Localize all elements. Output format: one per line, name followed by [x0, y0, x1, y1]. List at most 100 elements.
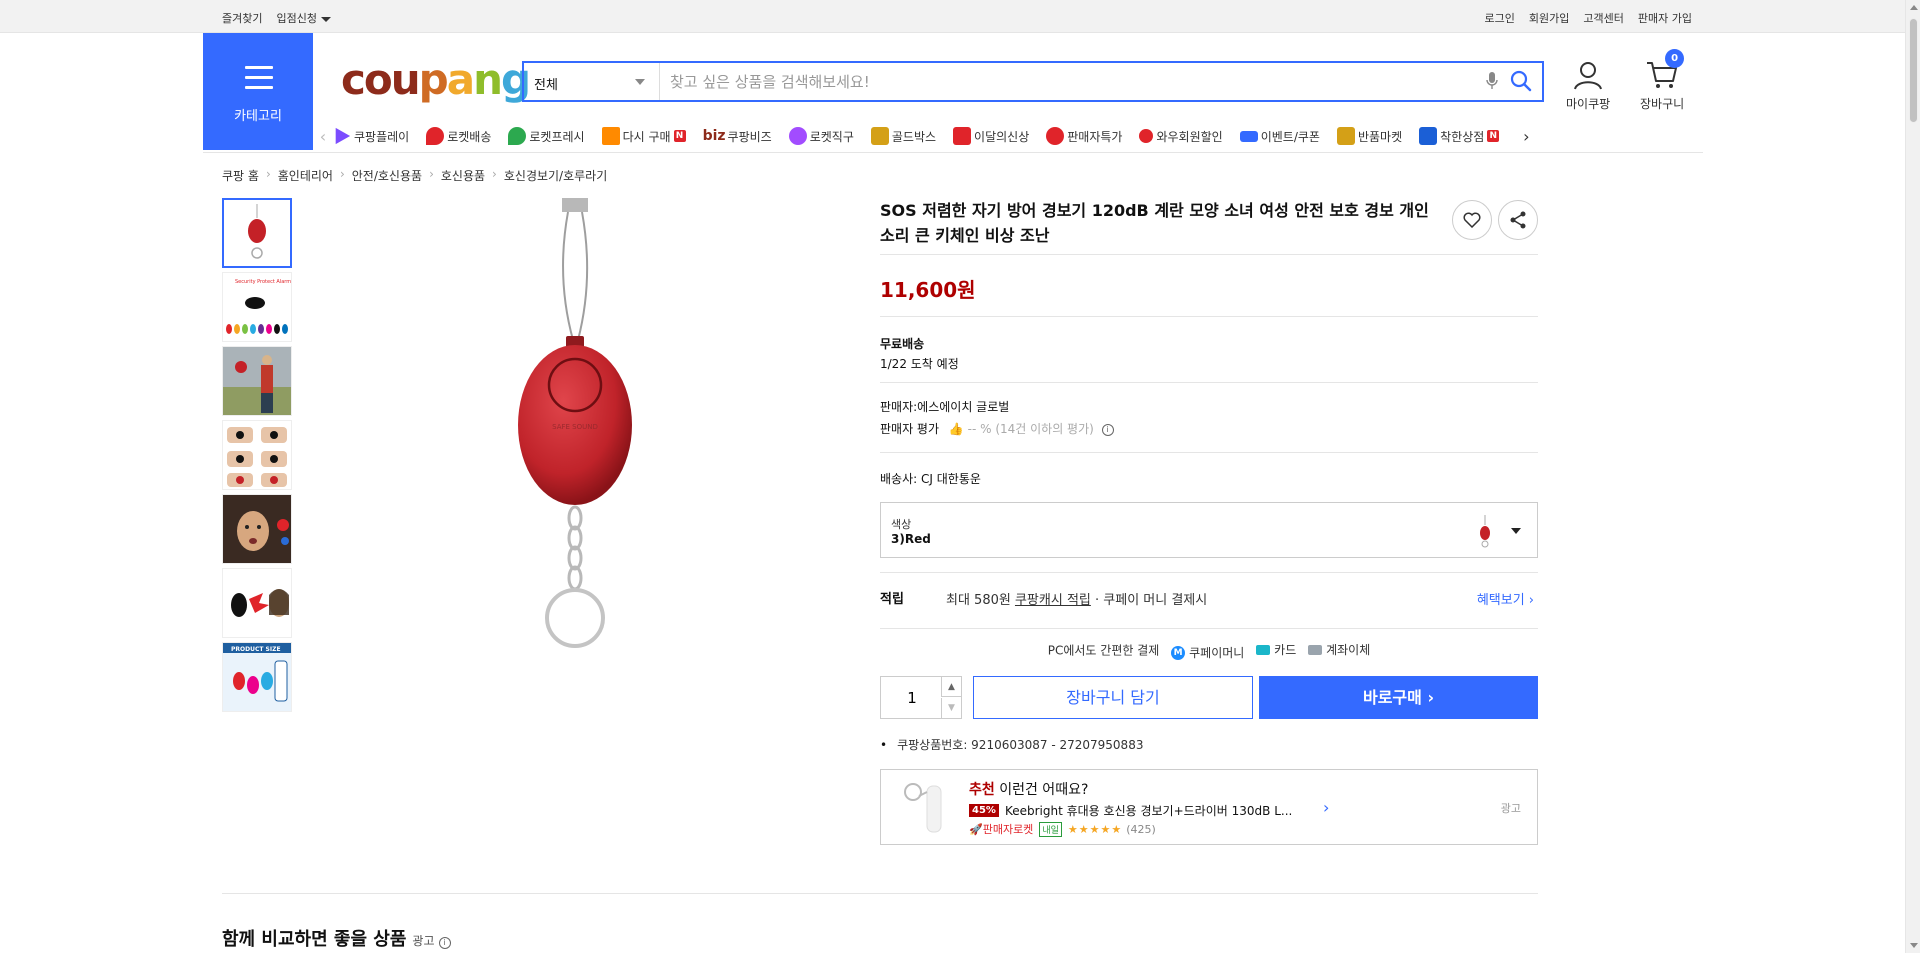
- thumbs-up-icon: 👍: [948, 422, 964, 436]
- seller-rating-label: 판매자 평가: [880, 422, 940, 436]
- microphone-icon[interactable]: [1486, 71, 1498, 95]
- nav-item-return-market[interactable]: 반품마켓: [1336, 127, 1403, 145]
- quantity-input[interactable]: [881, 677, 943, 718]
- tomorrow-badge: 내일: [1039, 821, 1062, 837]
- ad-label: 광고: [1500, 802, 1521, 815]
- info-icon[interactable]: i: [1101, 423, 1114, 436]
- thumbnail-person-outdoor[interactable]: [222, 346, 292, 416]
- breadcrumb-home[interactable]: 쿠팡 홈: [222, 167, 259, 184]
- scrollbar-thumb[interactable]: [1909, 18, 1918, 123]
- share-icon: [1510, 211, 1526, 229]
- recommended-product-image: [904, 783, 942, 833]
- nav-item-label: 이벤트/쿠폰: [1260, 129, 1320, 144]
- rocket-fresh-icon: [508, 127, 527, 145]
- buy-row: ▲ ▼ 장바구니 담기 바로구매 ›: [880, 676, 1538, 719]
- shopping-bag-icon: [953, 127, 972, 145]
- search-input[interactable]: [670, 69, 1460, 94]
- nav-item-seller-deal[interactable]: 판매자특가: [1046, 127, 1122, 145]
- card-method: 카드: [1256, 641, 1296, 658]
- nav-item-rocket-global[interactable]: 로켓직구: [788, 127, 854, 145]
- nav-item-rebuy[interactable]: 다시 구매 N: [601, 127, 686, 145]
- search-scope-select[interactable]: 전체: [524, 63, 660, 100]
- quantity-decrease-button[interactable]: ▼: [941, 698, 961, 718]
- coupay-icon: M: [1171, 645, 1186, 660]
- scroll-down-icon[interactable]: [1910, 943, 1918, 948]
- nav-item-biz[interactable]: biz 쿠팡비즈: [703, 128, 772, 145]
- recommend-title: 이런건 어때요?: [999, 782, 1089, 798]
- customer-center-link[interactable]: 고객센터: [1583, 10, 1623, 26]
- info-icon[interactable]: i: [438, 937, 451, 949]
- coupang-logo[interactable]: coupang: [341, 55, 531, 104]
- thumbnail-usage-steps[interactable]: [222, 420, 292, 490]
- thumbnail-product-size[interactable]: PRODUCT SIZE: [222, 642, 292, 712]
- shipping-label: 무료배송: [880, 337, 925, 351]
- recommended-product-meta: 🚀판매자로켓 내일 ★★★★★ (425): [969, 821, 1156, 837]
- category-button[interactable]: 카테고리: [203, 33, 313, 150]
- breadcrumb-alarm[interactable]: 호신경보기/호루라기: [504, 167, 607, 184]
- thumbnail-list: Security Protect Alarm PRODUCT SIZE: [222, 198, 294, 716]
- nav-item-new-arrivals[interactable]: 이달의신상: [953, 127, 1029, 145]
- search-icon[interactable]: [1510, 70, 1532, 96]
- quantity-stepper: ▲ ▼: [880, 676, 962, 719]
- nav-item-rocket[interactable]: 로켓배송: [426, 127, 491, 145]
- seller-rating-value: -- % (14건 이하의 평가): [967, 422, 1094, 436]
- breadcrumb-safety[interactable]: 안전/호신용품: [352, 167, 422, 184]
- recommended-product-name: Keebright 휴대용 호신용 경보기+드라이버 130dB L...: [1004, 804, 1293, 818]
- basket-icon: [601, 127, 620, 145]
- cart-label: 장바구니: [1640, 97, 1685, 111]
- benefits-link[interactable]: 혜택보기 ›: [1477, 589, 1534, 608]
- seller-apply-link[interactable]: 입점신청: [276, 10, 331, 26]
- store-icon: [1419, 127, 1438, 145]
- coupang-cash-link[interactable]: 쿠팡캐시 적립: [1015, 593, 1091, 608]
- product-number: 쿠팡상품번호: 9210603087 - 27207950883: [880, 736, 1143, 753]
- arrival-date: 1/22 도착 예정: [880, 357, 959, 371]
- bookmark-link[interactable]: 즐겨찾기: [222, 10, 262, 26]
- nav-item-coupangplay[interactable]: 쿠팡플레이: [333, 127, 409, 145]
- top-utility-bar: 즐겨찾기 입점신청 로그인 회원가입 고객센터 판매자 가입: [0, 0, 1905, 33]
- breadcrumb-interior[interactable]: 홈인테리어: [278, 167, 333, 184]
- seller-name[interactable]: 판매자:에스에이치 글로벌: [880, 396, 1114, 418]
- cart-count-badge: 0: [1665, 49, 1685, 68]
- search-scope-value: 전체: [534, 78, 558, 93]
- scroll-up-icon[interactable]: [1910, 5, 1918, 10]
- nav-item-label: 이달의신상: [974, 129, 1030, 144]
- bank-icon: [1308, 644, 1323, 655]
- divider: [880, 572, 1538, 573]
- cart-button[interactable]: 0 장바구니: [1640, 49, 1685, 112]
- divider: [880, 628, 1538, 629]
- buy-now-button[interactable]: 바로구매 ›: [1259, 676, 1538, 719]
- wishlist-button[interactable]: [1452, 200, 1492, 240]
- seller-signup-link[interactable]: 판매자 가입: [1638, 10, 1692, 26]
- thumbnail-scared-face[interactable]: [222, 494, 292, 564]
- new-badge: N: [1487, 130, 1500, 142]
- nav-item-wow-discount[interactable]: 와우회원할인: [1139, 128, 1223, 145]
- thumbnail-red-alarm[interactable]: [222, 198, 292, 268]
- nav-item-good-store[interactable]: 착한상점 N: [1419, 127, 1500, 145]
- nav-item-goldbox[interactable]: 골드박스: [870, 127, 936, 145]
- quantity-increase-button[interactable]: ▲: [941, 677, 961, 697]
- add-to-cart-button[interactable]: 장바구니 담기: [973, 676, 1253, 719]
- thumbnail-color-variants[interactable]: Security Protect Alarm: [222, 272, 292, 342]
- recommendation-card[interactable]: 추천 이런건 어때요? 45% Keebright 휴대용 호신용 경보기+드라이…: [880, 769, 1538, 845]
- main-product-image[interactable]: SAFE SOUND: [460, 198, 870, 658]
- color-option-select[interactable]: 색상 3)Red: [880, 502, 1538, 558]
- chevron-right-icon[interactable]: ›: [1323, 798, 1329, 817]
- breadcrumb: 쿠팡 홈 › 홈인테리어 › 안전/호신용품 › 호신용품 › 호신경보기/호루라기: [222, 167, 607, 184]
- nav-item-events[interactable]: 이벤트/쿠폰: [1239, 128, 1320, 145]
- star-rating: ★★★★★: [1067, 822, 1123, 836]
- vertical-scrollbar[interactable]: [1905, 0, 1920, 953]
- mycoupang-button[interactable]: 마이쿠팡: [1566, 60, 1610, 112]
- share-button[interactable]: [1498, 200, 1538, 240]
- nav-prev-icon[interactable]: ‹: [313, 127, 333, 146]
- play-icon: [335, 127, 351, 145]
- signup-link[interactable]: 회원가입: [1529, 10, 1569, 26]
- title-actions: [1452, 200, 1538, 240]
- thumbnail-woman-alarm[interactable]: [222, 568, 292, 638]
- login-link[interactable]: 로그인: [1485, 10, 1515, 26]
- nav-item-rocketfresh[interactable]: 로켓프레시: [508, 127, 585, 145]
- nav-next-icon[interactable]: ›: [1516, 127, 1536, 146]
- chevron-right-icon: ›: [1427, 688, 1435, 707]
- breadcrumb-self-defense[interactable]: 호신용품: [441, 167, 485, 184]
- nav-item-label: 반품마켓: [1357, 129, 1403, 144]
- compare-title: 함께 비교하면 좋을 상품: [222, 929, 407, 950]
